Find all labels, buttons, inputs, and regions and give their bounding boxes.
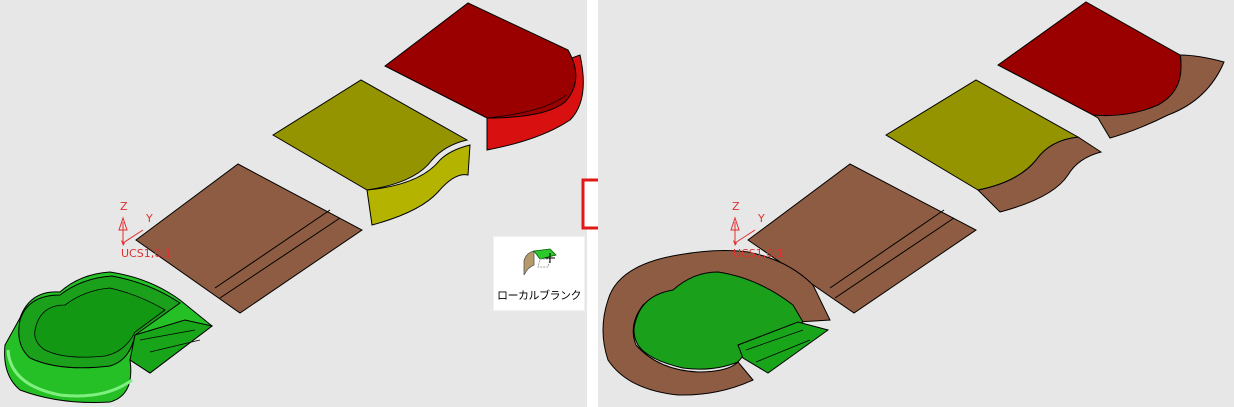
green-sheet-part[interactable] xyxy=(4,271,214,403)
viewport-before[interactable]: Z Y UCS1,0,1 ローカルブランク xyxy=(0,0,587,407)
ucs-y-label: Y xyxy=(145,212,153,225)
ucs-z-label: Z xyxy=(732,200,740,213)
brown-sheet-part[interactable] xyxy=(135,163,363,314)
local-blank-button[interactable]: ローカルブランク xyxy=(493,236,585,311)
ucs-name-label: UCS1,0,1 xyxy=(121,247,172,260)
model-view-after: Z Y UCS1,0,1 xyxy=(602,1,1225,396)
ucs-z-label: Z xyxy=(120,200,128,213)
ucs-y-label: Y xyxy=(757,212,765,225)
green-sheet-part-blanked[interactable] xyxy=(602,250,831,396)
model-view-before: Z Y UCS1,0,1 xyxy=(4,2,584,403)
viewport-after[interactable]: Z Y UCS1,0,1 xyxy=(598,0,1234,407)
local-blank-icon xyxy=(523,248,557,276)
local-blank-label: ローカルブランク xyxy=(497,289,582,302)
ucs-name-label: UCS1,0,1 xyxy=(733,247,784,260)
